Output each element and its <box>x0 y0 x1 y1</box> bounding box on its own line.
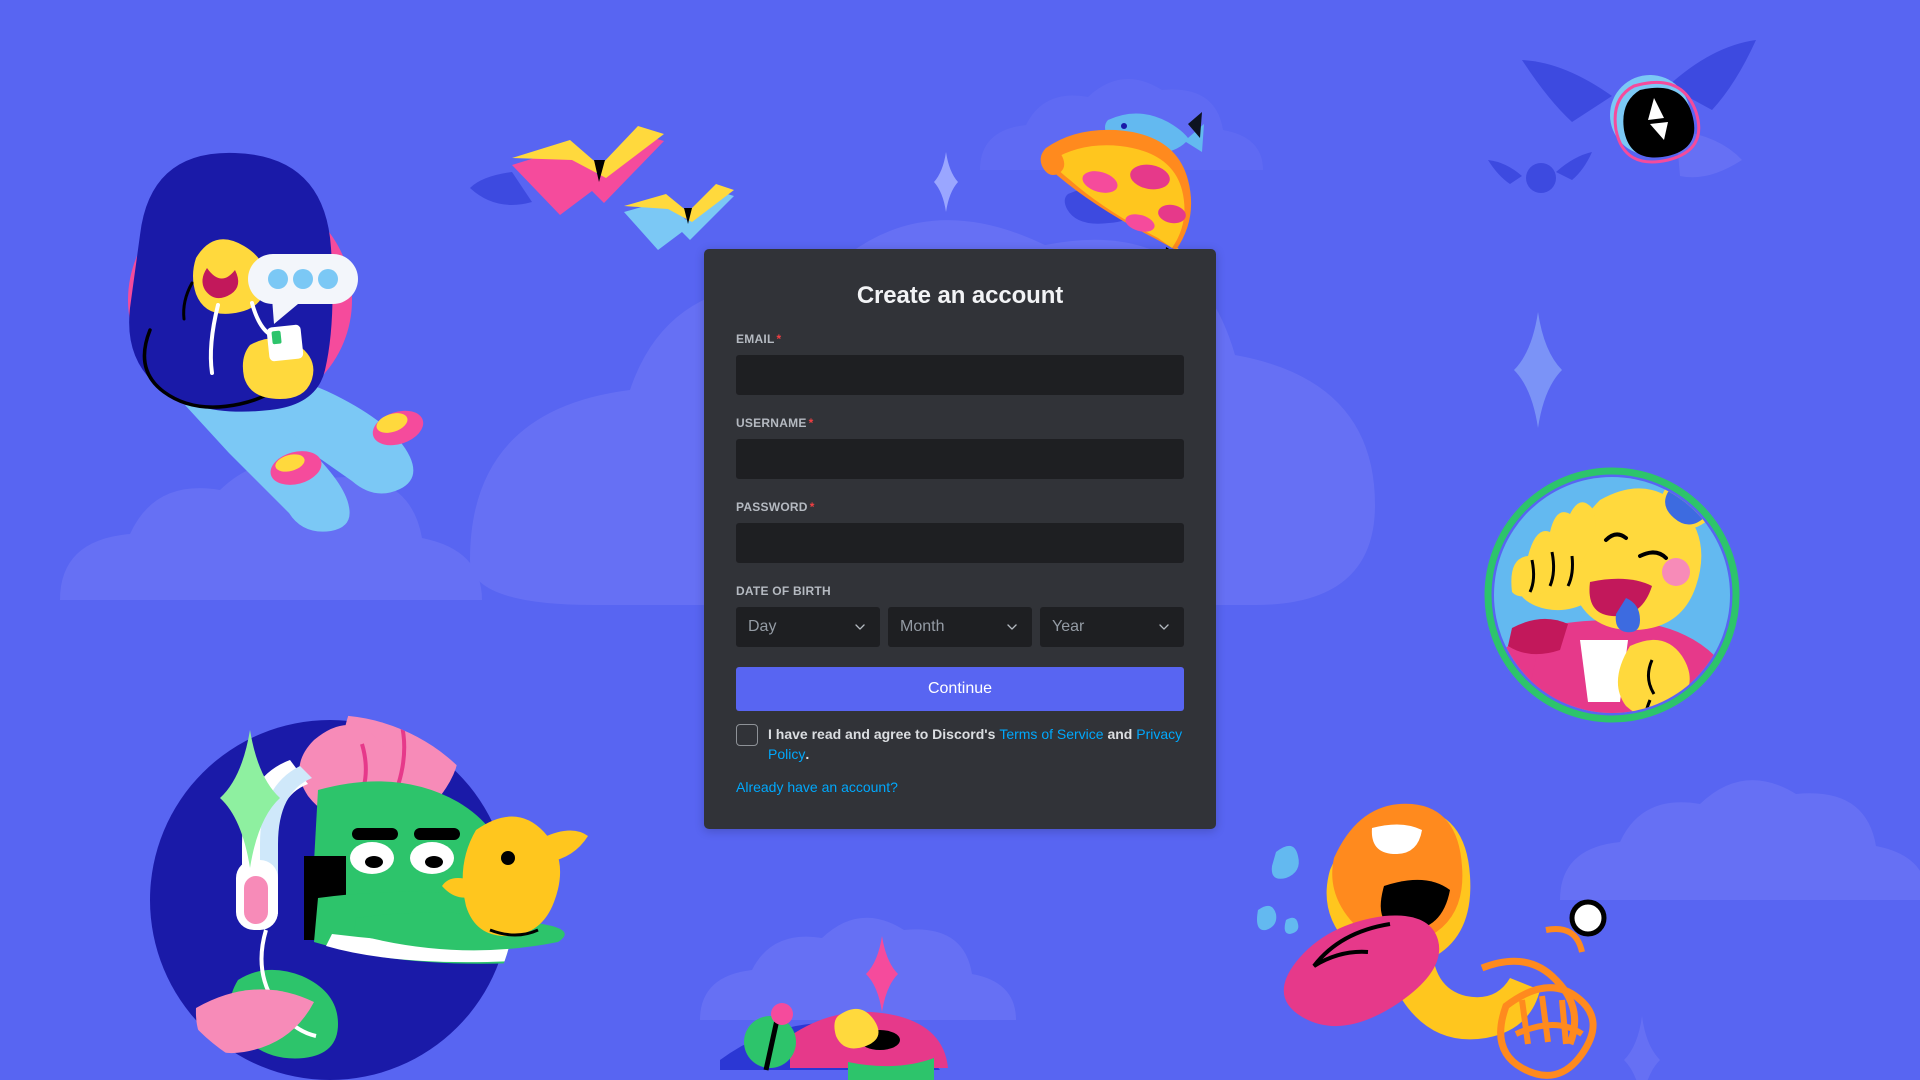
chevron-down-icon <box>1007 624 1017 630</box>
email-label: EMAIL * <box>736 331 1184 347</box>
password-field-group: PASSWORD * <box>736 499 1184 563</box>
dob-year-value: Year <box>1052 618 1085 635</box>
dob-day-select[interactable]: Day <box>736 607 880 647</box>
password-label-text: PASSWORD <box>736 500 808 514</box>
terms-suffix: . <box>805 746 810 762</box>
email-field-group: EMAIL * <box>736 331 1184 395</box>
continue-button[interactable]: Continue <box>736 667 1184 711</box>
date-of-birth-selects: Day Month Year <box>736 607 1184 647</box>
terms-agreement-text: I have read and agree to Discord's Terms… <box>768 723 1184 764</box>
username-label: USERNAME * <box>736 415 1184 431</box>
register-card: Create an account EMAIL * USERNAME * PASSW… <box>704 249 1216 829</box>
password-input[interactable] <box>736 523 1184 563</box>
terms-agreement-row: I have read and agree to Discord's Terms… <box>736 723 1184 764</box>
terms-of-service-link[interactable]: Terms of Service <box>999 726 1103 742</box>
chevron-down-icon <box>1159 624 1169 630</box>
chevron-down-icon <box>855 624 865 630</box>
dob-year-select[interactable]: Year <box>1040 607 1184 647</box>
page-title: Create an account <box>856 282 1064 309</box>
register-card-wrapper: Create an account EMAIL * USERNAME * PASSW… <box>704 249 1216 829</box>
email-required-asterisk: * <box>776 332 782 346</box>
already-have-account-link[interactable]: Already have an account? <box>736 778 898 796</box>
date-of-birth-group: DATE OF BIRTH Day Month Year <box>736 583 1184 647</box>
username-input[interactable] <box>736 439 1184 479</box>
password-required-asterisk: * <box>809 500 815 514</box>
email-label-text: EMAIL <box>736 332 775 346</box>
username-field-group: USERNAME * <box>736 415 1184 479</box>
dob-month-select[interactable]: Month <box>888 607 1032 647</box>
password-label: PASSWORD * <box>736 499 1184 515</box>
terms-conjunction: and <box>1103 726 1137 742</box>
date-of-birth-label: DATE OF BIRTH <box>736 584 831 598</box>
username-label-text: USERNAME <box>736 416 807 430</box>
dob-month-value: Month <box>900 618 945 635</box>
username-required-asterisk: * <box>808 416 814 430</box>
dob-day-value: Day <box>748 618 777 635</box>
terms-checkbox[interactable] <box>736 724 758 746</box>
terms-prefix: I have read and agree to Discord's <box>768 726 1000 742</box>
email-input[interactable] <box>736 355 1184 395</box>
